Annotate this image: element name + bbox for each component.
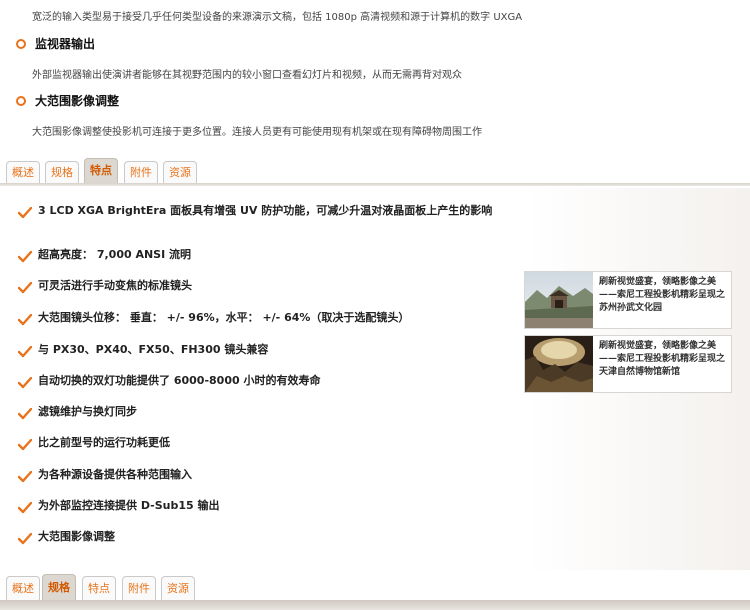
feature-text: 与 PX30、PX40、FX50、FH300 镜头兼容 (38, 343, 269, 356)
product-tabbar-bottom: 概述 规格 特点 附件 资源 (0, 574, 750, 610)
checkmark-icon (18, 282, 32, 294)
checkmark-icon (18, 408, 32, 420)
feature-item: 大范围影像调整 (18, 530, 508, 545)
subsection-heading-image-adjust: 大范围影像调整 (16, 92, 119, 109)
checkmark-icon (18, 471, 32, 483)
tab-resources[interactable]: 资源 (163, 161, 197, 183)
feature-item: 可灵活进行手动变焦的标准镜头 (18, 279, 508, 294)
feature-text: 比之前型号的运行功耗更低 (38, 436, 170, 449)
news-thumbnail-image (525, 272, 593, 328)
subsection-description: 外部监视器输出使演讲者能够在其视野范围内的较小窗口查看幻灯片和视频，从而无需再背… (32, 70, 462, 81)
news-card-tianjin[interactable]: 刷新视觉盛宴，领略影像之美 ——索尼工程投影机精彩呈现之天津自然博物馆新馆 (524, 335, 732, 393)
tab-accessories[interactable]: 附件 (124, 161, 158, 183)
news-thumbnail-image (525, 336, 593, 392)
feature-item: 自动切换的双灯功能提供了 6000-8000 小时的有效寿命 (18, 374, 508, 389)
checkmark-icon (18, 314, 32, 326)
feature-item: 3 LCD XGA BrightEra 面板具有增强 UV 防护功能，可减少升温… (18, 204, 508, 219)
tabbar-divider (0, 183, 750, 186)
feature-text: 大范围镜头位移： 垂直： +/- 96%，水平： +/- 64%（取决于选配镜头… (38, 311, 410, 324)
news-card-suzhou[interactable]: 刷新视觉盛宴，领略影像之美——索尼工程投影机精彩呈现之苏州孙武文化园 (524, 271, 732, 329)
tab-specs[interactable]: 规格 (45, 161, 79, 183)
ring-bullet-icon (16, 95, 26, 106)
tab-overview[interactable]: 概述 (6, 161, 40, 183)
subsection-title: 大范围影像调整 (35, 94, 120, 108)
checkmark-icon (18, 251, 32, 263)
ring-bullet-icon (16, 38, 26, 49)
feature-text: 可灵活进行手动变焦的标准镜头 (38, 279, 192, 292)
tab-features[interactable]: 特点 (82, 576, 116, 600)
feature-item: 与 PX30、PX40、FX50、FH300 镜头兼容 (18, 343, 508, 358)
tab-resources[interactable]: 资源 (161, 576, 195, 600)
tab-accessories[interactable]: 附件 (122, 576, 156, 600)
product-tabbar-top: 概述 规格 特点 附件 资源 (0, 158, 750, 186)
news-headline[interactable]: 刷新视觉盛宴，领略影像之美 ——索尼工程投影机精彩呈现之天津自然博物馆新馆 (593, 336, 731, 392)
feature-item: 超高亮度： 7,000 ANSI 流明 (18, 248, 508, 263)
tab-features[interactable]: 特点 (84, 158, 118, 184)
feature-item: 为外部监控连接提供 D-Sub15 输出 (18, 499, 508, 514)
features-panel: 3 LCD XGA BrightEra 面板具有增强 UV 防护功能，可减少升温… (0, 188, 750, 570)
intro-description: 宽泛的输入类型易于接受几乎任何类型设备的来源演示文稿，包括 1080p 高清视频… (32, 12, 523, 23)
checkmark-icon (18, 502, 32, 514)
feature-item: 大范围镜头位移： 垂直： +/- 96%，水平： +/- 64%（取决于选配镜头… (18, 311, 508, 326)
subsection-title: 监视器输出 (35, 37, 96, 51)
subsection-description: 大范围影像调整使投影机可连接于更多位置。连接人员更有可能使用现有机架或在现有障碍… (32, 127, 482, 138)
feature-text: 为外部监控连接提供 D-Sub15 输出 (38, 499, 220, 512)
checkmark-icon (18, 346, 32, 358)
tab-overview[interactable]: 概述 (6, 576, 40, 600)
news-headline[interactable]: 刷新视觉盛宴，领略影像之美——索尼工程投影机精彩呈现之苏州孙武文化园 (593, 272, 731, 328)
tab-specs[interactable]: 规格 (42, 574, 76, 602)
checkmark-icon (18, 439, 32, 451)
checkmark-icon (18, 377, 32, 389)
subsection-heading-monitor-output: 监视器输出 (16, 35, 95, 52)
checkmark-icon (18, 207, 32, 219)
feature-text: 滤镜维护与换灯同步 (38, 405, 137, 418)
feature-text: 为各种源设备提供各种范围输入 (38, 468, 192, 481)
feature-details-section: 宽泛的输入类型易于接受几乎任何类型设备的来源演示文稿，包括 1080p 高清视频… (0, 0, 750, 160)
feature-item: 为各种源设备提供各种范围输入 (18, 468, 508, 483)
feature-text: 3 LCD XGA BrightEra 面板具有增强 UV 防护功能，可减少升温… (38, 204, 493, 217)
tabbar-divider (0, 600, 750, 610)
feature-item: 滤镜维护与换灯同步 (18, 405, 508, 420)
feature-text: 超高亮度： 7,000 ANSI 流明 (38, 248, 192, 261)
feature-text: 大范围影像调整 (38, 530, 115, 543)
feature-item: 比之前型号的运行功耗更低 (18, 436, 508, 451)
checkmark-icon (18, 533, 32, 545)
feature-text: 自动切换的双灯功能提供了 6000-8000 小时的有效寿命 (38, 374, 321, 387)
